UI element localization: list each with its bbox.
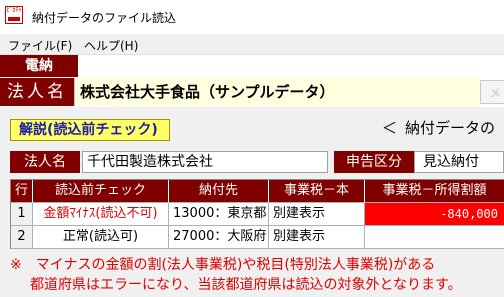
col-header-check: 読込前チェック	[33, 180, 169, 203]
row-tax-main[interactable]: 別建表示	[269, 226, 365, 249]
import-check-panel: 解説(読込前チェック) ＜ 納付データの 法人名 千代田製造株式会社 申告区分 見…	[0, 107, 504, 297]
col-header-row: 行	[11, 180, 33, 203]
info-row: 法人名 千代田製造株式会社 申告区分 見込納付	[10, 151, 504, 173]
menu-bar: ファイル(F) ヘルプ(H)	[0, 34, 504, 55]
payment-grid: 行 読込前チェック 納付先 事業税－本 事業税－所得割額 1 金額ﾏｲﾅｽ(読込…	[10, 179, 504, 249]
hint-label: 納付データの	[405, 119, 496, 137]
row-check-status[interactable]: 金額ﾏｲﾅｽ(読込不可)	[33, 203, 169, 226]
filing-type-label: 申告区分	[334, 151, 414, 173]
row-number: 1	[11, 203, 33, 226]
title-bar: ﾋﾟｶﾁｬ 納付データのファイル読込	[0, 0, 504, 34]
tab-electronic-payment[interactable]: 電納	[0, 55, 78, 77]
hint-text: ＜ 納付データの	[382, 117, 495, 138]
app-icon-text: ﾋﾟｶﾁｬ	[6, 7, 22, 14]
col-header-tax-main: 事業税－本	[269, 180, 365, 203]
row-destination[interactable]: 13000：東京都	[169, 203, 269, 226]
corporation-menu-button[interactable]: メ	[480, 80, 504, 104]
window-title: 納付データのファイル読込	[32, 11, 177, 25]
row-destination[interactable]: 27000：大阪府	[169, 226, 269, 249]
col-header-destination: 納付先	[169, 180, 269, 203]
row-number: 2	[11, 226, 33, 249]
row-income-levy[interactable]: -840,000	[365, 203, 504, 226]
row-income-levy[interactable]	[365, 226, 504, 249]
warning-note: ※ マイナスの金額の割(法人事業税)や税目(特別法人事業税)がある都道府県はエラ…	[10, 255, 504, 295]
col-header-income-levy: 事業税－所得割額	[365, 180, 504, 203]
explain-button[interactable]: 解説(読込前チェック)	[10, 119, 170, 141]
menu-file[interactable]: ファイル(F)	[8, 37, 72, 54]
corporation-label: 法人名	[0, 78, 75, 106]
payer-label: 法人名	[10, 151, 80, 173]
row-check-status[interactable]: 正常(読込可)	[33, 226, 169, 249]
menu-help[interactable]: ヘルプ(H)	[84, 37, 138, 54]
tab-bar: 電納	[0, 55, 504, 77]
filing-type-value: 見込納付	[414, 151, 504, 173]
app-icon: ﾋﾟｶﾁｬ	[5, 6, 23, 24]
payer-name: 千代田製造株式会社	[82, 151, 328, 173]
warning-note-line-2: 都道府県はエラーになり、当該都道府県は読込の対象外となります。	[30, 277, 462, 293]
corporation-row: 法人名 株式会社大手食品（サンプルデータ） メ	[0, 78, 504, 106]
warning-note-line-1: ※ マイナスの金額の割(法人事業税)や税目(特別法人事業税)がある	[10, 257, 436, 273]
corporation-name: 株式会社大手食品（サンプルデータ）	[76, 78, 480, 106]
left-angle-icon: ＜	[382, 119, 398, 137]
row-tax-main[interactable]: 別建表示	[269, 203, 365, 226]
